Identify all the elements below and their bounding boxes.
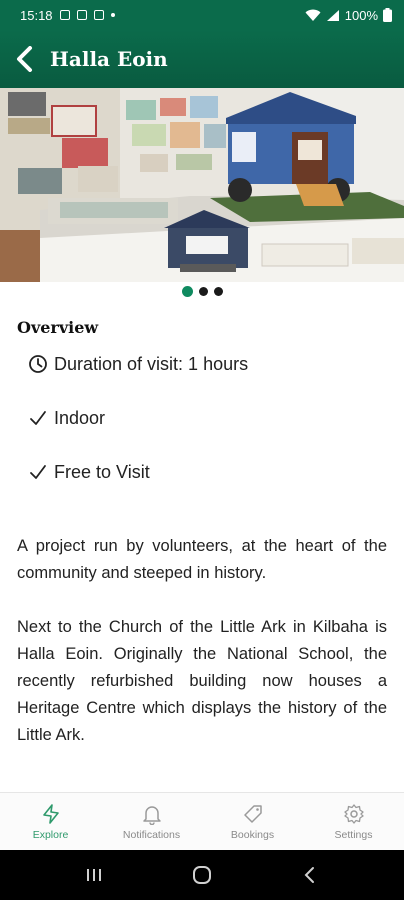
nav-notifications[interactable]: Notifications	[101, 793, 202, 850]
battery-icon	[383, 8, 392, 22]
page-title: Halla Eoin	[50, 47, 168, 71]
message-notification-icon	[93, 10, 104, 20]
app-bar: Halla Eoin	[0, 30, 404, 88]
gear-icon	[343, 803, 364, 824]
nav-label: Notifications	[122, 828, 181, 841]
status-time: 15:18	[20, 7, 53, 23]
back-button[interactable]	[0, 30, 48, 88]
hero-image	[0, 88, 404, 282]
explore-icon	[42, 803, 59, 824]
nav-label: Bookings	[230, 828, 275, 841]
tag-icon	[243, 804, 262, 823]
status-bar: 15:18 100%	[0, 0, 404, 30]
feature-duration: Duration of visit: 1 hours	[17, 337, 387, 391]
system-back-button[interactable]	[290, 855, 330, 895]
description-paragraph: Next to the Church of the Little Ark in …	[17, 618, 387, 744]
signal-icon	[326, 9, 339, 21]
wifi-icon	[305, 9, 321, 21]
nav-bookings[interactable]: Bookings	[202, 793, 303, 850]
status-left: 15:18	[20, 8, 115, 23]
bottom-nav: Explore Notifications Bookings Settings	[0, 792, 404, 850]
carousel-indicator	[0, 286, 404, 297]
more-notifications-icon	[110, 13, 115, 17]
carousel-dot-active[interactable]	[181, 286, 193, 297]
recent-apps-icon	[87, 869, 101, 881]
check-icon	[27, 461, 49, 483]
bell-icon	[142, 805, 161, 825]
description-paragraph: A project run by volunteers, at the hear…	[17, 537, 387, 582]
chevron-left-icon	[304, 867, 314, 883]
check-notification-icon	[76, 10, 87, 20]
home-icon	[193, 866, 211, 884]
back-arrow-icon	[17, 46, 32, 72]
recent-apps-button[interactable]	[74, 855, 114, 895]
content: Overview Duration of visit: 1 hours Indo…	[0, 300, 404, 749]
feature-label: Indoor	[54, 407, 106, 428]
carousel-dot[interactable]	[198, 287, 208, 296]
system-nav-bar	[0, 850, 404, 900]
feature-label: Free to Visit	[54, 461, 150, 482]
nav-label: Explore	[32, 828, 69, 841]
check-icon	[27, 407, 49, 429]
overview-title: Overview	[17, 318, 99, 337]
battery-percent: 100%	[344, 7, 378, 23]
nav-label: Settings	[334, 828, 373, 841]
carousel-dot[interactable]	[213, 287, 223, 296]
feature-free: Free to Visit	[17, 445, 387, 499]
nav-explore[interactable]: Explore	[0, 793, 101, 850]
home-button[interactable]	[182, 855, 222, 895]
feature-indoor: Indoor	[17, 391, 387, 445]
status-right: 100%	[305, 8, 392, 23]
nav-settings[interactable]: Settings	[303, 793, 404, 850]
clock-icon	[27, 353, 49, 375]
notification-icon	[59, 10, 70, 20]
hero-image-carousel[interactable]	[0, 88, 404, 282]
feature-label: Duration of visit: 1 hours	[54, 353, 249, 374]
